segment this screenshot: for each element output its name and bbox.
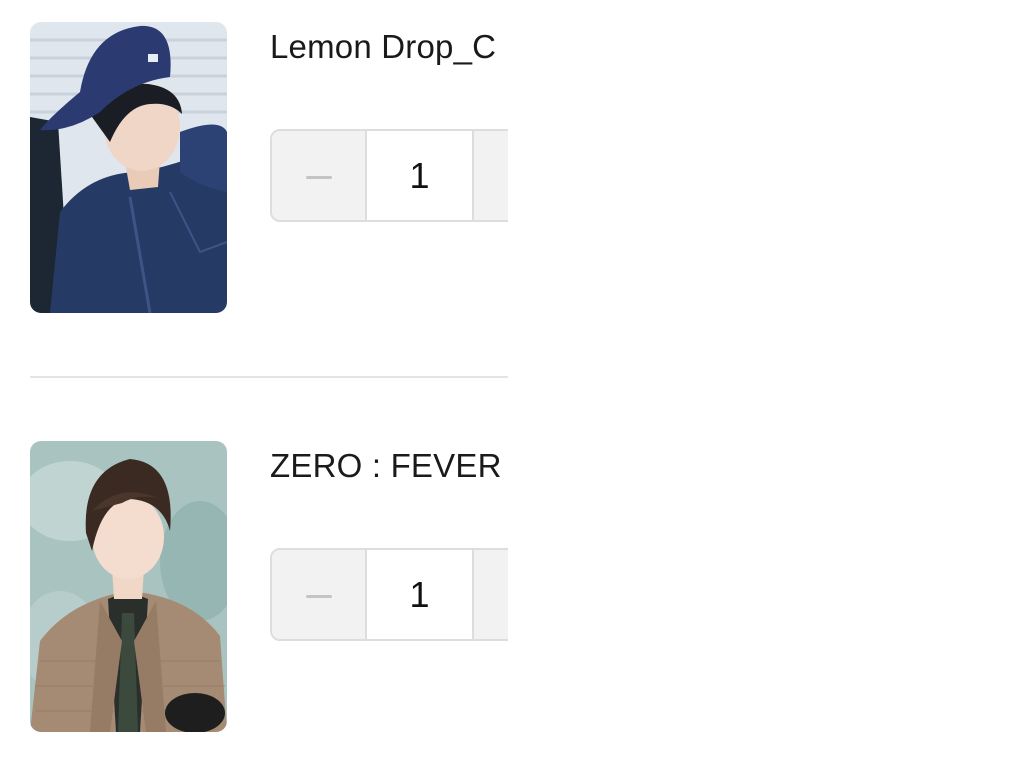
cart-item: ZERO : FEVER 1 [30, 441, 508, 733]
product-thumbnail[interactable] [30, 22, 227, 313]
minus-icon [306, 176, 332, 179]
decrement-button[interactable] [272, 550, 365, 639]
cart-item: Lemon Drop_C 1 [30, 22, 508, 314]
photocard-image [30, 22, 227, 313]
product-title[interactable]: Lemon Drop_C [270, 28, 496, 66]
increment-button[interactable] [472, 131, 508, 220]
item-divider [30, 376, 508, 378]
quantity-stepper: 1 [270, 548, 508, 641]
minus-icon [306, 595, 332, 598]
cart-list: Lemon Drop_C 1 ZERO: FEVER 1 [0, 0, 508, 760]
increment-button[interactable] [472, 550, 508, 639]
product-title[interactable]: ZERO : FEVER [270, 447, 502, 485]
photocard-image [30, 441, 227, 732]
product-thumbnail[interactable] [30, 441, 227, 732]
decrement-button[interactable] [272, 131, 365, 220]
quantity-stepper: 1 [270, 129, 508, 222]
quantity-value[interactable]: 1 [365, 550, 472, 639]
quantity-value[interactable]: 1 [365, 131, 472, 220]
